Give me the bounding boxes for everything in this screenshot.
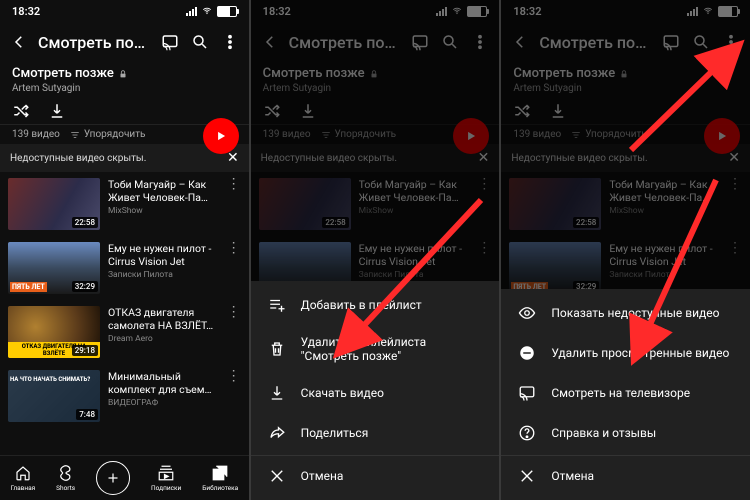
notice-close-icon[interactable]: ✕ [227,150,239,166]
eye-icon [517,303,537,323]
playlist-meta: Смотреть позже Artem Sutyagin [0,62,249,96]
sheet-remove-watched[interactable]: Удалить просмотренные видео [501,333,750,373]
close-icon [267,466,287,486]
video-channel: ВИДЕОГРАФ [108,398,219,408]
screen-playlist: 18:32 Смотреть позже Смотреть позже Arte… [0,0,251,500]
shuffle-icon[interactable] [12,102,30,120]
video-duration: 29:18 [72,345,98,356]
video-row[interactable]: НА ЧТО НАЧАТЬ СНИМАТЬ?7:48 Минимальный к… [0,364,249,428]
video-more-icon[interactable]: ⋮ [227,242,241,294]
video-title: Тоби Магуайр – Как Живет Человек-Па… [108,178,219,204]
help-icon [517,423,537,443]
video-more-icon[interactable]: ⋮ [227,306,241,358]
video-duration: 7:48 [76,409,98,420]
tab-subscriptions[interactable]: Подписки [151,464,181,492]
cast-icon [517,383,537,403]
status-time: 18:32 [12,5,40,18]
status-bar: 18:32 [0,0,249,22]
video-title: Минимальный комплект для съем… [108,370,219,396]
video-channel: Записки Пилота [108,270,219,280]
trash-icon [267,339,287,359]
video-row[interactable]: ОТКАЗ ДВИГАТЕЛЯ НА ВЗЛЁТЕ29:18 ОТКАЗ дви… [0,300,249,364]
sort-button[interactable]: Упорядочить [70,129,146,140]
screen-video-menu: 18:32 Смотреть позже Смотреть позжеArtem… [251,0,502,500]
video-row[interactable]: ПЯТЬ ЛЕТ32:29 Ему не нужен пилот - Cirru… [0,236,249,300]
video-title: ОТКАЗ двигателя самолета НА ВЗЛЁТ… [108,306,219,332]
download-icon [267,383,287,403]
video-thumbnail: 22:58 [8,178,100,230]
video-duration: 22:58 [72,217,98,228]
sheet-share[interactable]: Поделиться [251,413,500,453]
video-action-sheet: Добавить в плейлист Удалить из плейлиста… [251,281,500,500]
tab-create[interactable] [96,461,130,495]
sheet-show-unavailable[interactable]: Показать недоступные видео [501,293,750,333]
playlist-author: Artem Sutyagin [12,83,237,94]
video-list: 22:58 Тоби Магуайр – Как Живет Человек-П… [0,172,249,428]
video-thumbnail: НА ЧТО НАЧАТЬ СНИМАТЬ?7:48 [8,370,100,422]
battery-icon [217,6,237,17]
video-channel: MixShow [108,206,219,216]
sheet-add-playlist[interactable]: Добавить в плейлист [251,285,500,325]
tab-library[interactable]: Библиотека [202,464,238,492]
lock-icon [118,69,128,79]
screen-overflow-menu: 18:32 Смотреть позже Смотреть позжеArtem… [501,0,750,500]
more-icon[interactable] [219,31,241,53]
sheet-remove-playlist[interactable]: Удалить из плейлиста "Смотреть позже" [251,325,500,373]
minus-circle-icon [517,343,537,363]
bottom-tab-bar: Главная Shorts Подписки Библиотека [0,455,249,500]
sheet-watch-tv[interactable]: Смотреть на телевизоре [501,373,750,413]
video-duration: 32:29 [72,281,98,292]
notice-text: Недоступные видео скрыты. [10,153,146,164]
app-header: Смотреть позже [0,22,249,62]
sheet-cancel[interactable]: Отмена [501,455,750,496]
tab-shorts[interactable]: Shorts [56,464,75,492]
status-right [186,6,237,17]
play-all-button[interactable] [203,118,239,154]
video-more-icon[interactable]: ⋮ [227,178,241,230]
video-thumbnail: ОТКАЗ ДВИГАТЕЛЯ НА ВЗЛЁТЕ29:18 [8,306,100,358]
video-count: 139 видео [12,129,60,140]
close-icon [517,466,537,486]
video-channel: Dream Aero [108,334,219,344]
sheet-download[interactable]: Скачать видео [251,373,500,413]
page-title: Смотреть позже [38,33,151,52]
tab-home[interactable]: Главная [10,464,35,492]
back-icon[interactable] [8,31,30,53]
video-row[interactable]: 22:58 Тоби Магуайр – Как Живет Человек-П… [0,172,249,236]
wifi-icon [200,6,214,16]
sheet-help[interactable]: Справка и отзывы [501,413,750,453]
playlist-name: Смотреть позже [12,66,114,81]
cast-icon[interactable] [159,31,181,53]
video-title: Ему не нужен пилот - Cirrus Vision Jet [108,242,219,268]
sheet-cancel[interactable]: Отмена [251,455,500,496]
playlist-add-icon [267,295,287,315]
video-more-icon[interactable]: ⋮ [227,370,241,422]
video-thumbnail: ПЯТЬ ЛЕТ32:29 [8,242,100,294]
overflow-action-sheet: Показать недоступные видео Удалить просм… [501,289,750,500]
download-icon[interactable] [48,102,66,120]
search-icon[interactable] [189,31,211,53]
share-icon [267,423,287,443]
signal-icon [186,7,197,16]
